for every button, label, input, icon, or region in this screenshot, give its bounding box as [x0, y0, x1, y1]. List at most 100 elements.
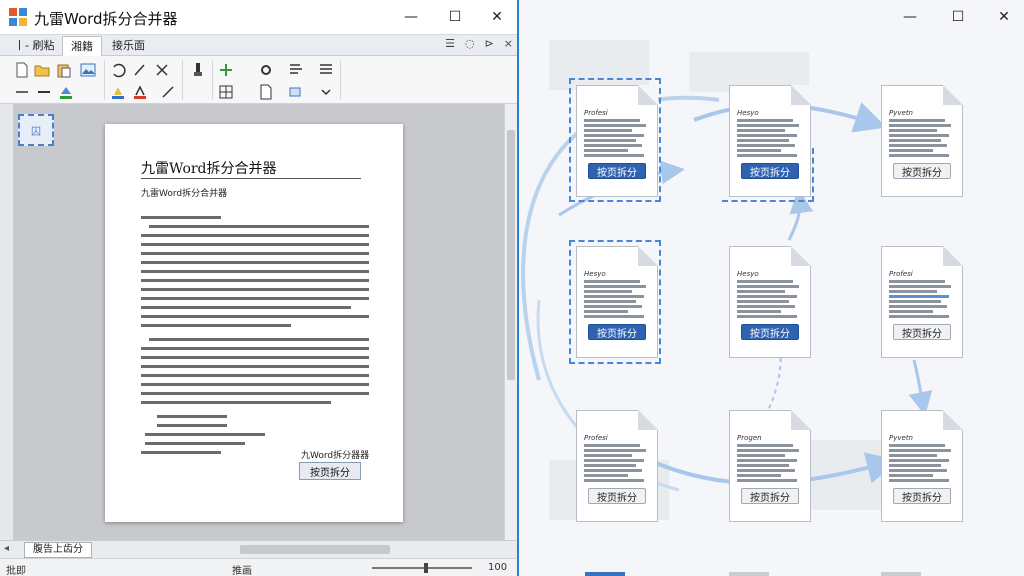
text-line	[141, 324, 291, 327]
text-line	[584, 290, 632, 293]
scroll-thumb[interactable]	[507, 130, 515, 380]
tab-layout[interactable]: 湘籍	[62, 36, 102, 56]
split-by-page-button[interactable]: 按页拆分	[588, 163, 646, 179]
collapse-icon[interactable]: ⊳	[485, 37, 494, 50]
undo-icon[interactable]	[110, 62, 126, 78]
text-line	[889, 129, 937, 132]
document-card[interactable]: Profesi 按页拆分	[576, 410, 658, 522]
separator	[182, 60, 183, 100]
text-line	[889, 285, 951, 288]
page-fold-icon	[791, 410, 811, 430]
paste-icon[interactable]	[56, 62, 72, 78]
text-line	[889, 310, 933, 313]
text-line	[889, 444, 945, 447]
text-line	[584, 149, 628, 152]
maximize-button[interactable]: ☐	[444, 6, 466, 28]
text-line	[737, 449, 799, 452]
tab-home[interactable]: 丨- 刷粘	[6, 36, 62, 56]
document-card[interactable]: Hesyo 按页拆分	[729, 85, 811, 197]
image-icon[interactable]	[80, 62, 96, 78]
document-card[interactable]: Pyvetn 按页拆分	[881, 85, 963, 197]
text-line	[889, 305, 947, 308]
font-color-icon[interactable]	[132, 84, 148, 100]
line-icon[interactable]	[36, 84, 52, 100]
card-title: Hesyo	[584, 270, 606, 278]
split-by-page-button[interactable]: 按页拆分	[741, 324, 799, 340]
document-card[interactable]: Hesyo 按页拆分	[576, 246, 658, 358]
card-title: Progen	[737, 434, 762, 442]
split-by-page-button[interactable]: 按页拆分	[893, 324, 951, 340]
page-fold-icon	[791, 85, 811, 105]
document-card[interactable]: Profesi 按页拆分	[881, 246, 963, 358]
align-icon[interactable]	[288, 62, 304, 78]
horizontal-scroll-thumb[interactable]	[240, 545, 390, 554]
zoom-slider-knob[interactable]	[424, 563, 428, 573]
left-window: 九雷Word拆分合并器 — ☐ ✕ 丨- 刷粘 湘籍 接乐面 ☰ ◌ ⊳ × 囚…	[0, 0, 519, 576]
split-by-page-button[interactable]: 按页拆分	[588, 324, 646, 340]
sheet-tabs-bar: ◂ 腹告上齿分	[0, 540, 517, 558]
document-page[interactable]: 九雷Word拆分合并器 九雷Word拆分合并器 九Word拆分器器 按页拆分	[105, 124, 403, 522]
ribbon-close-icon[interactable]: ×	[504, 37, 513, 50]
vertical-scrollbar[interactable]	[504, 104, 517, 540]
text-line	[584, 315, 644, 318]
vertical-ruler	[0, 104, 14, 540]
grid-icon[interactable]	[218, 84, 234, 100]
text-line	[889, 459, 949, 462]
page-fold-icon	[943, 410, 963, 430]
page-icon[interactable]	[258, 84, 274, 100]
highlight-icon[interactable]	[110, 84, 126, 100]
pen-icon[interactable]	[132, 62, 148, 78]
layers-icon[interactable]	[288, 84, 304, 100]
document-card[interactable]: Profesi 按页拆分	[576, 85, 658, 197]
ribbon-menu-icon[interactable]: ☰	[445, 37, 455, 50]
ribbon-tabs: 丨- 刷粘 湘籍 接乐面 ☰ ◌ ⊳ ×	[0, 34, 517, 56]
document-canvas[interactable]: 囚 九雷Word拆分合并器 九雷Word拆分合并器 九Word拆分器器 按页拆分	[14, 104, 504, 540]
fill-color-icon[interactable]	[58, 84, 74, 100]
split-by-page-button[interactable]: 按页拆分	[299, 462, 361, 480]
document-card[interactable]: Pyvetn 按页拆分	[881, 410, 963, 522]
zoom-slider[interactable]	[372, 567, 472, 569]
open-folder-icon[interactable]	[34, 62, 50, 78]
app-title: 九雷Word拆分合并器	[34, 10, 178, 28]
text-line	[157, 424, 227, 427]
prev-sheet-icon[interactable]: ◂	[4, 543, 9, 554]
document-subtitle: 九雷Word拆分合并器	[141, 189, 228, 199]
new-document-icon[interactable]	[14, 62, 30, 78]
text-line	[584, 305, 642, 308]
arrow-left-icon[interactable]	[14, 84, 30, 100]
sheet-tab[interactable]: 腹告上齿分	[24, 542, 92, 558]
text-line	[737, 310, 781, 313]
split-by-page-button[interactable]: 按页拆分	[893, 163, 951, 179]
document-card[interactable]: Progen 按页拆分	[729, 410, 811, 522]
text-line	[889, 454, 937, 457]
document-card[interactable]: Hesyo 按页拆分	[729, 246, 811, 358]
tab-split[interactable]: 接乐面	[104, 36, 153, 56]
split-by-page-button[interactable]: 按页拆分	[741, 488, 799, 504]
settings-gear-icon[interactable]	[258, 62, 274, 78]
close-button[interactable]: ✕	[486, 6, 508, 28]
cut-icon[interactable]	[154, 62, 170, 78]
split-by-page-button[interactable]: 按页拆分	[741, 163, 799, 179]
split-by-page-button[interactable]: 按页拆分	[893, 488, 951, 504]
chevron-down-icon[interactable]	[318, 84, 334, 100]
split-by-page-button[interactable]: 按页拆分	[588, 488, 646, 504]
text-line	[889, 149, 933, 152]
minimize-button[interactable]: —	[400, 6, 422, 28]
text-line	[584, 474, 628, 477]
text-line	[737, 129, 785, 132]
page-fold-icon	[943, 85, 963, 105]
progress-indicator	[585, 572, 625, 576]
text-line	[737, 479, 797, 482]
card-title: Profesi	[584, 109, 608, 117]
brush-icon[interactable]	[190, 62, 206, 78]
text-line	[145, 442, 245, 445]
help-icon[interactable]: ◌	[465, 37, 475, 50]
navigation-thumbnail[interactable]: 囚	[18, 114, 54, 146]
pencil-icon[interactable]	[160, 84, 176, 100]
view-mode[interactable]: 推画	[232, 562, 252, 576]
text-line	[141, 216, 221, 219]
title-bar[interactable]: 九雷Word拆分合并器 — ☐ ✕	[0, 0, 517, 34]
shapes-icon[interactable]	[218, 62, 234, 78]
text-line	[141, 261, 369, 264]
list-icon[interactable]	[318, 62, 334, 78]
